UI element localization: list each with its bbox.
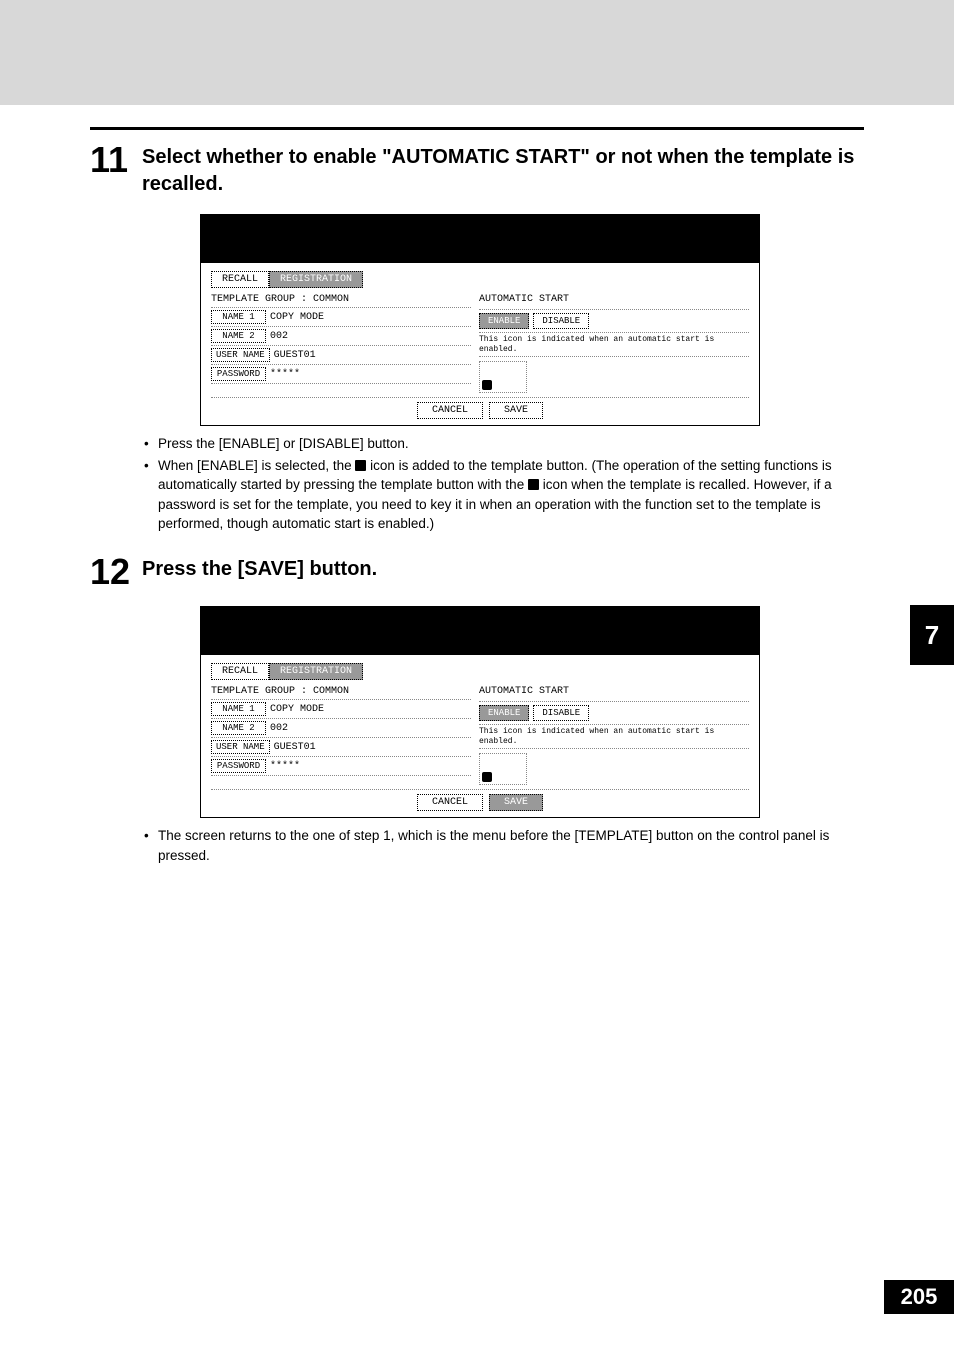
enable-button[interactable]: ENABLE <box>479 313 529 329</box>
step12-bullets: The screen returns to the one of step 1,… <box>144 826 864 865</box>
automatic-start-label: AUTOMATIC START <box>479 292 749 310</box>
bullet-item: Press the [ENABLE] or [DISABLE] button. <box>144 434 864 454</box>
chapter-tab: 7 <box>910 605 954 665</box>
lcd-black-bar <box>201 215 759 263</box>
save-button[interactable]: SAVE <box>489 794 543 811</box>
template-group-line: TEMPLATE GROUP : COMMON <box>211 292 471 308</box>
disable-button[interactable]: DISABLE <box>533 705 589 721</box>
section-divider <box>90 127 864 130</box>
step-number: 11 <box>90 142 132 178</box>
automatic-start-label: AUTOMATIC START <box>479 684 749 702</box>
auto-start-hint: This icon is indicated when an automatic… <box>479 725 749 749</box>
username-button[interactable]: USER NAME <box>211 740 270 754</box>
step-11: 11 Select whether to enable "AUTOMATIC S… <box>90 142 864 534</box>
name2-button[interactable]: NAME 2 <box>211 329 266 343</box>
enable-button[interactable]: ENABLE <box>479 705 529 721</box>
bullet-item: The screen returns to the one of step 1,… <box>144 826 864 865</box>
cancel-button[interactable]: CANCEL <box>417 794 483 811</box>
auto-start-icon <box>482 380 492 390</box>
step-number: 12 <box>90 554 132 590</box>
tab-recall[interactable]: RECALL <box>211 271 269 288</box>
lcd-screenshot-step11: RECALL REGISTRATION TEMPLATE GROUP : COM… <box>200 214 760 426</box>
tab-registration[interactable]: REGISTRATION <box>269 663 363 680</box>
save-button[interactable]: SAVE <box>489 402 543 419</box>
tab-recall[interactable]: RECALL <box>211 663 269 680</box>
page-number: 205 <box>884 1280 954 1314</box>
step-12: 12 Press the [SAVE] button. RECALL REGIS… <box>90 554 864 865</box>
bullet-item: When [ENABLE] is selected, the icon is a… <box>144 456 864 534</box>
password-value: ***** <box>270 369 300 380</box>
template-preview-box <box>479 361 527 393</box>
name2-value: 002 <box>270 723 288 734</box>
template-preview-box <box>479 753 527 785</box>
username-value: GUEST01 <box>274 742 316 753</box>
username-value: GUEST01 <box>274 350 316 361</box>
name1-value: COPY MODE <box>270 312 324 323</box>
page-header-bar <box>0 0 954 105</box>
password-button[interactable]: PASSWORD <box>211 759 266 773</box>
auto-start-hint: This icon is indicated when an automatic… <box>479 333 749 357</box>
step11-bullets: Press the [ENABLE] or [DISABLE] button. … <box>144 434 864 534</box>
cancel-button[interactable]: CANCEL <box>417 402 483 419</box>
disable-button[interactable]: DISABLE <box>533 313 589 329</box>
step-heading: Select whether to enable "AUTOMATIC STAR… <box>142 142 864 198</box>
auto-start-icon <box>355 460 366 471</box>
password-value: ***** <box>270 761 300 772</box>
name1-button[interactable]: NAME 1 <box>211 702 266 716</box>
name2-button[interactable]: NAME 2 <box>211 721 266 735</box>
username-button[interactable]: USER NAME <box>211 348 270 362</box>
step-heading: Press the [SAVE] button. <box>142 554 377 583</box>
name2-value: 002 <box>270 331 288 342</box>
auto-start-icon <box>482 772 492 782</box>
name1-value: COPY MODE <box>270 704 324 715</box>
lcd-black-bar <box>201 607 759 655</box>
lcd-screenshot-step12: RECALL REGISTRATION TEMPLATE GROUP : COM… <box>200 606 760 818</box>
template-group-line: TEMPLATE GROUP : COMMON <box>211 684 471 700</box>
auto-start-icon <box>528 479 539 490</box>
name1-button[interactable]: NAME 1 <box>211 310 266 324</box>
password-button[interactable]: PASSWORD <box>211 367 266 381</box>
tab-registration[interactable]: REGISTRATION <box>269 271 363 288</box>
